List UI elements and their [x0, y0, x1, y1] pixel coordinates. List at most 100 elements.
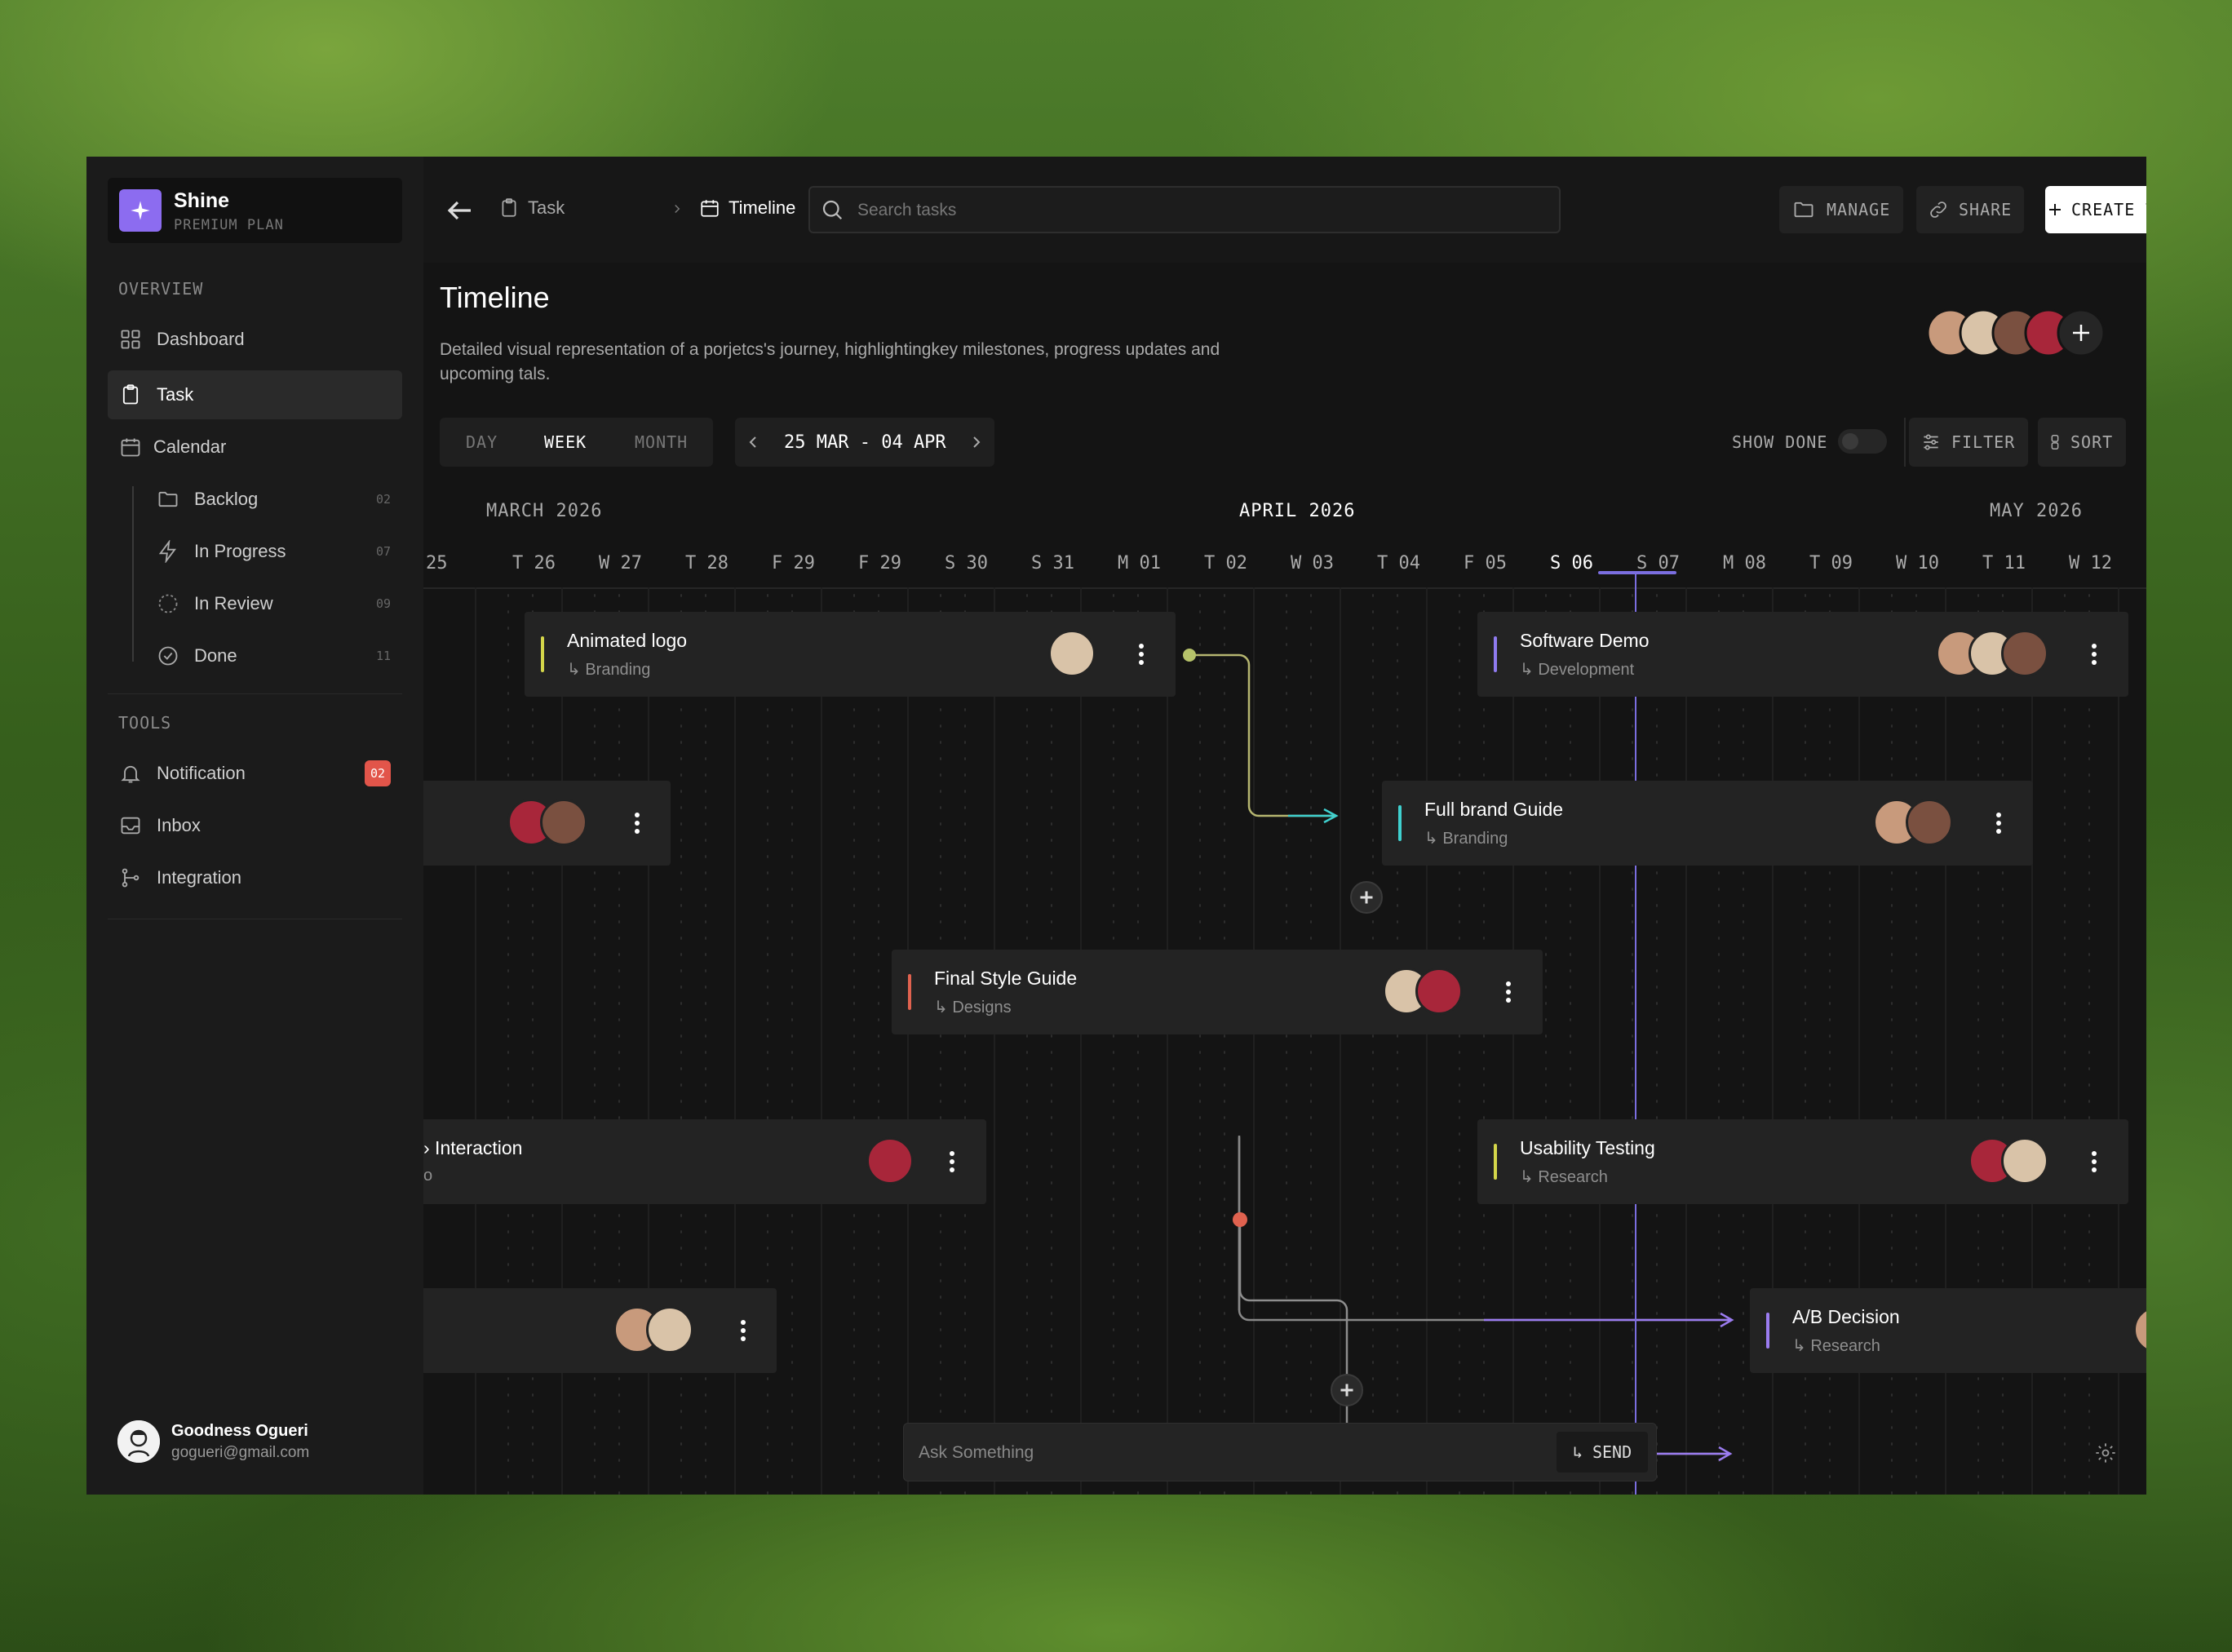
item-count: 02 [375, 492, 391, 507]
grid-icon [121, 330, 140, 349]
sidebar-item-inbox[interactable]: Inbox [108, 801, 402, 850]
view-day[interactable]: DAY [466, 432, 498, 452]
search-icon [822, 200, 843, 220]
sidebar: Shine PREMIUM PLAN OVERVIEW Dashboard Ta… [86, 157, 423, 1495]
sidebar-item-label: In Review [194, 593, 273, 613]
date-range-picker: 25 MAR - 04 APR [735, 418, 994, 467]
item-count: 11 [375, 649, 391, 663]
back-button[interactable] [440, 191, 479, 230]
item-count: 09 [375, 596, 391, 611]
item-count: 07 [375, 544, 391, 559]
breadcrumb-timeline[interactable]: Timeline [699, 197, 795, 219]
user-name: Goodness Ogueri [171, 1422, 308, 1440]
clipboard-icon [122, 384, 139, 405]
show-done-toggle[interactable] [1838, 429, 1887, 454]
sidebar-item-in-progress[interactable]: In Progress 07 [108, 527, 402, 576]
branch-icon [122, 868, 140, 888]
check-circle-icon [158, 646, 178, 666]
plus-icon [2049, 204, 2061, 215]
sort-label: SORT [2070, 432, 2114, 452]
dashed-circle-icon [158, 594, 178, 613]
app-window: Shine PREMIUM PLAN OVERVIEW Dashboard Ta… [86, 157, 2146, 1495]
sort-button[interactable]: SORT [2038, 418, 2126, 467]
user-email: gogueri@gmail.com [171, 1444, 310, 1461]
breadcrumb-label: Timeline [728, 197, 796, 218]
sidebar-item-task[interactable]: Task [108, 370, 402, 419]
clipboard-icon [502, 198, 516, 217]
brand-plan: PREMIUM PLAN [174, 217, 284, 233]
sidebar-item-label: Inbox [157, 815, 201, 835]
add-dependency-button[interactable] [1350, 881, 1383, 914]
avatar-stack [1926, 308, 2106, 357]
sidebar-item-label: Done [194, 645, 237, 666]
sidebar-item-integration[interactable]: Integration [108, 853, 402, 902]
notification-badge: 02 [365, 760, 391, 786]
link-icon [1930, 202, 1946, 218]
manage-button[interactable]: MANAGE [1779, 186, 1903, 233]
sidebar-item-label: Dashboard [157, 329, 245, 349]
sliders-icon [1924, 434, 1938, 450]
view-week[interactable]: WEEK [544, 432, 587, 452]
sidebar-item-label: Calendar [153, 436, 227, 457]
folder-icon [158, 491, 178, 507]
arrow-left-icon [447, 201, 471, 220]
page-description: Detailed visual representation of a porj… [440, 340, 1220, 383]
sidebar-item-in-review[interactable]: In Review 09 [108, 579, 402, 628]
gear-icon[interactable] [2094, 1442, 2117, 1464]
team-avatars [1926, 308, 2122, 357]
search-input[interactable]: Search tasks [808, 186, 1561, 233]
sidebar-item-calendar[interactable]: Calendar [108, 423, 402, 472]
sidebar-item-done[interactable]: Done 11 [108, 631, 402, 680]
sidebar-item-notification[interactable]: Notification 02 [108, 749, 402, 798]
sidebar-divider [108, 693, 402, 694]
folder-icon [1794, 202, 1814, 218]
overview-label: OVERVIEW [118, 279, 204, 299]
sidebar-item-label: Integration [157, 867, 241, 888]
filter-label: FILTER [1951, 432, 2016, 452]
sidebar-item-label: Task [157, 384, 194, 405]
breadcrumb-task[interactable]: Task [498, 197, 565, 219]
create-task-button[interactable]: CREATE TASK [2045, 186, 2146, 233]
calendar-icon [701, 200, 719, 217]
sidebar-item-label: Backlog [194, 489, 259, 509]
sidebar-item-backlog[interactable]: Backlog 02 [108, 475, 402, 524]
sidebar-item-label: Notification [157, 763, 246, 783]
ask-placeholder: Ask Something [919, 1443, 1034, 1462]
chevron-left-icon[interactable] [743, 432, 763, 452]
top-bar: Task Timeline Search tasks MANAGE SHARE … [423, 157, 2146, 263]
add-dependency-button[interactable] [1331, 1374, 1363, 1406]
timeline-grid: MARCH 2026 APRIL 2026 MAY 2026 25 T 26 W 2… [423, 483, 2146, 1495]
create-task-label: CREATE TASK [2071, 200, 2146, 219]
date-range-label: 25 MAR - 04 APR [784, 432, 946, 453]
plus-icon [1340, 1384, 1353, 1397]
sidebar-item-label: In Progress [194, 541, 286, 561]
workspace-switcher[interactable]: Shine PREMIUM PLAN [108, 178, 402, 243]
final-style-connector [1233, 1212, 1733, 1462]
chevron-right-icon [675, 204, 680, 214]
chevron-right-icon[interactable] [967, 432, 986, 452]
controls-divider [1904, 418, 1906, 467]
sparkle-icon [119, 189, 162, 232]
plus-icon [1360, 891, 1373, 904]
share-button[interactable]: SHARE [1916, 186, 2024, 233]
sidebar-item-dashboard[interactable]: Dashboard [108, 315, 402, 364]
user-profile[interactable]: Goodness Ogueri gogueri@gmail.com [117, 1417, 395, 1466]
lightning-icon [158, 540, 177, 563]
tools-label: TOOLS [118, 713, 172, 733]
brand-name: Shine [174, 189, 230, 212]
manage-label: MANAGE [1827, 200, 1891, 219]
sort-icon [2051, 435, 2059, 450]
view-month[interactable]: MONTH [635, 432, 688, 452]
page-title: Timeline [440, 281, 550, 314]
avatar [117, 1420, 160, 1463]
send-button[interactable]: ↳ SEND [1557, 1432, 1648, 1473]
view-switcher: DAY WEEK MONTH [440, 418, 713, 467]
inbox-icon [121, 817, 140, 835]
share-label: SHARE [1959, 200, 2013, 219]
breadcrumb-label: Task [528, 197, 565, 218]
filter-button[interactable]: FILTER [1909, 418, 2028, 467]
show-done-label: SHOW DONE [1732, 432, 1828, 452]
ask-input[interactable]: Ask Something ↳ SEND [903, 1423, 1657, 1481]
search-placeholder: Search tasks [857, 201, 957, 219]
bell-icon [121, 765, 140, 783]
